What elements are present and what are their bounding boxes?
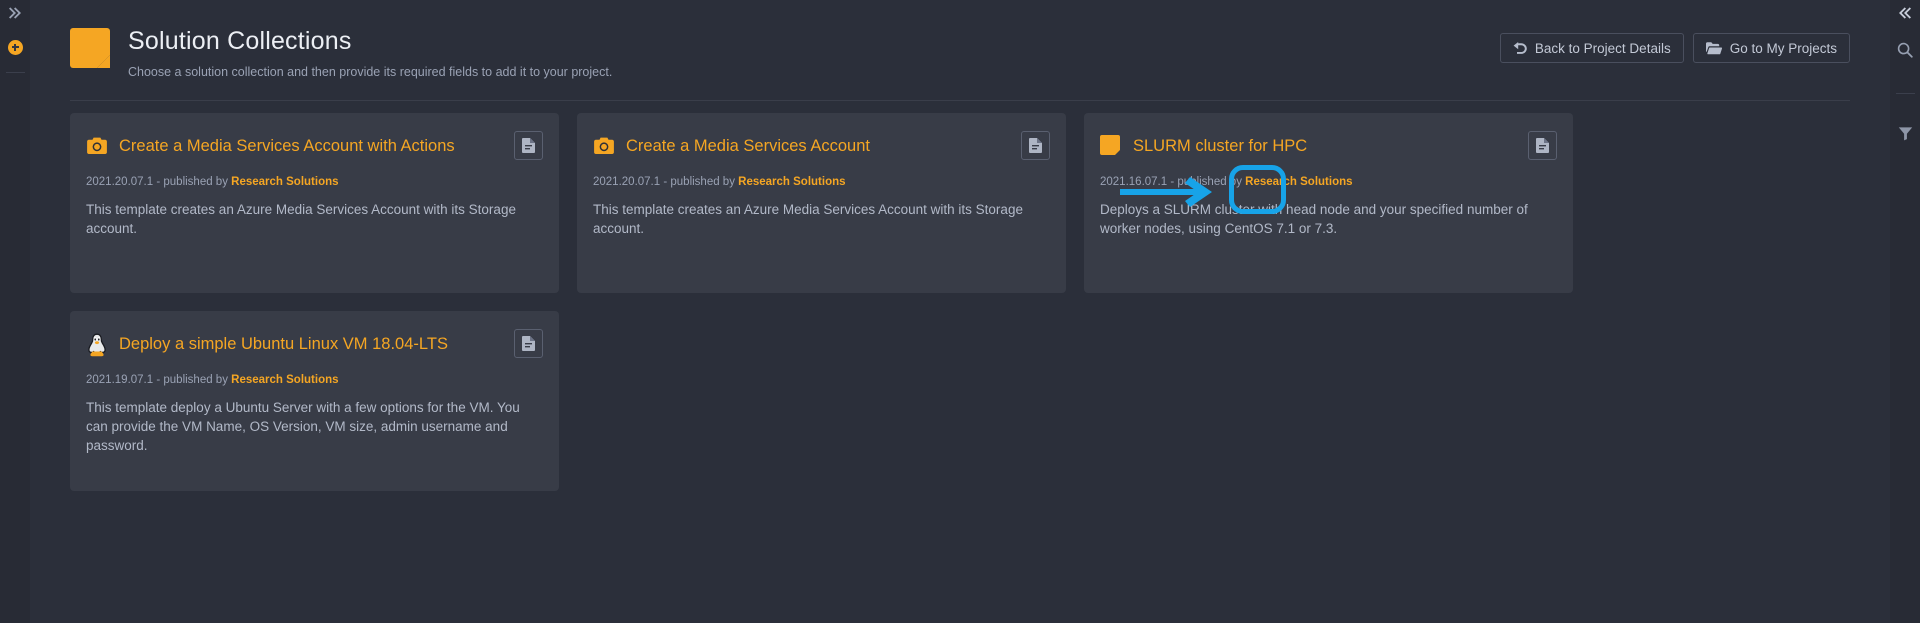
card-version: 2021.20.07.1 bbox=[86, 176, 154, 188]
page-title: Solution Collections bbox=[128, 27, 352, 55]
card-publisher[interactable]: Research Solutions bbox=[231, 176, 338, 188]
left-rail bbox=[0, 0, 30, 623]
card-description: This template creates an Azure Media Ser… bbox=[593, 202, 1023, 236]
card-description: This template deploy a Ubuntu Server wit… bbox=[86, 400, 520, 453]
card-version: 2021.20.07.1 bbox=[593, 176, 661, 188]
card-meta: 2021.20.07.1 - published by Research Sol… bbox=[593, 175, 1050, 190]
plus-circle-icon bbox=[7, 39, 23, 55]
undo-arrow-icon bbox=[1513, 42, 1527, 54]
card-title: Create a Media Services Account with Act… bbox=[119, 137, 455, 155]
card-publisher[interactable]: Research Solutions bbox=[738, 176, 845, 188]
rail-divider bbox=[6, 72, 25, 73]
card-version: 2021.19.07.1 bbox=[86, 374, 154, 386]
solution-card[interactable]: Create a Media Services Account 2021.20.… bbox=[577, 113, 1066, 293]
view-document-button[interactable] bbox=[1528, 131, 1557, 160]
linux-penguin-icon bbox=[86, 333, 108, 357]
view-document-button[interactable] bbox=[514, 329, 543, 358]
card-description: Deploys a SLURM cluster with head node a… bbox=[1100, 202, 1528, 236]
right-rail bbox=[1890, 0, 1920, 623]
camera-icon bbox=[593, 135, 615, 157]
chevron-double-left-icon[interactable] bbox=[1890, 4, 1920, 22]
filter-icon[interactable] bbox=[1890, 124, 1920, 142]
solution-collections-grid: Create a Media Services Account with Act… bbox=[30, 113, 1890, 491]
card-meta: 2021.19.07.1 - published by Research Sol… bbox=[86, 373, 543, 388]
search-icon[interactable] bbox=[1890, 40, 1920, 60]
application-window: Solution Collections Choose a solution c… bbox=[0, 0, 1920, 623]
document-icon bbox=[522, 336, 535, 351]
document-icon bbox=[1029, 138, 1042, 153]
solution-card[interactable]: Create a Media Services Account with Act… bbox=[70, 113, 559, 293]
back-to-project-details-button[interactable]: Back to Project Details bbox=[1499, 33, 1684, 63]
page-subtitle: Choose a solution collection and then pr… bbox=[128, 65, 613, 79]
add-button[interactable] bbox=[0, 38, 30, 56]
header-divider bbox=[70, 100, 1850, 101]
go-to-my-projects-button[interactable]: Go to My Projects bbox=[1692, 33, 1850, 63]
document-icon bbox=[522, 138, 535, 153]
card-meta: 2021.20.07.1 - published by Research Sol… bbox=[86, 175, 543, 190]
card-version: 2021.16.07.1 bbox=[1100, 176, 1168, 188]
back-to-project-details-label: Back to Project Details bbox=[1534, 40, 1671, 56]
main-content: Solution Collections Choose a solution c… bbox=[30, 0, 1890, 623]
card-title: Deploy a simple Ubuntu Linux VM 18.04-LT… bbox=[119, 335, 448, 353]
document-icon bbox=[1536, 138, 1549, 153]
card-title: SLURM cluster for HPC bbox=[1133, 137, 1308, 155]
page-header: Solution Collections Choose a solution c… bbox=[30, 0, 1890, 100]
sticky-note-icon bbox=[1100, 135, 1122, 157]
chevron-double-right-icon[interactable] bbox=[0, 4, 30, 22]
card-published-label: - published by bbox=[153, 374, 232, 386]
card-publisher[interactable]: Research Solutions bbox=[231, 374, 338, 386]
header-title-group: Solution Collections Choose a solution c… bbox=[70, 24, 612, 80]
card-meta: 2021.16.07.1 - published by Research Sol… bbox=[1100, 175, 1557, 190]
rail-divider bbox=[1896, 93, 1915, 94]
camera-icon bbox=[86, 135, 108, 157]
card-published-label: - published by bbox=[1167, 176, 1246, 188]
view-document-button[interactable] bbox=[514, 131, 543, 160]
view-document-button-highlighted[interactable] bbox=[1021, 131, 1050, 160]
solution-card[interactable]: SLURM cluster for HPC 2021.16.07.1 - pub… bbox=[1084, 113, 1573, 293]
folder-open-icon bbox=[1705, 41, 1722, 54]
card-published-label: - published by bbox=[660, 176, 739, 188]
solution-card[interactable]: Deploy a simple Ubuntu Linux VM 18.04-LT… bbox=[70, 311, 559, 491]
card-published-label: - published by bbox=[153, 176, 232, 188]
sticky-note-icon bbox=[70, 28, 110, 68]
go-to-my-projects-label: Go to My Projects bbox=[1729, 40, 1837, 56]
card-description: This template creates an Azure Media Ser… bbox=[86, 202, 516, 236]
header-actions: Back to Project Details Go to My Project… bbox=[1499, 33, 1850, 63]
card-publisher[interactable]: Research Solutions bbox=[1245, 176, 1352, 188]
card-title: Create a Media Services Account bbox=[626, 137, 870, 155]
